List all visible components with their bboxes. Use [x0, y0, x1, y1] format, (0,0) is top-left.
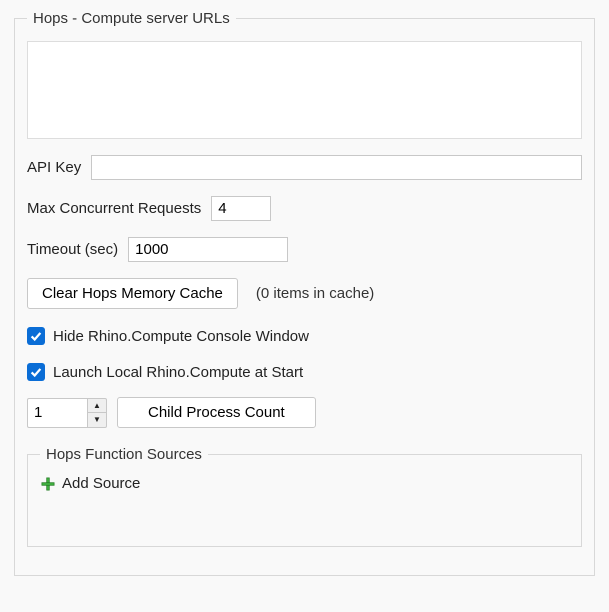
max-concurrent-label: Max Concurrent Requests: [27, 200, 201, 217]
max-concurrent-row: Max Concurrent Requests: [27, 196, 582, 221]
check-icon: [29, 365, 43, 379]
hide-console-checkbox[interactable]: [27, 327, 45, 345]
stepper-up-button[interactable]: ▲: [88, 399, 106, 413]
api-key-input[interactable]: [91, 155, 582, 180]
compute-server-urls-group: Hops - Compute server URLs API Key Max C…: [14, 10, 595, 576]
stepper-buttons: ▲ ▼: [87, 398, 107, 428]
clear-cache-row: Clear Hops Memory Cache (0 items in cach…: [27, 278, 582, 309]
add-source-label: Add Source: [62, 475, 140, 492]
launch-local-label: Launch Local Rhino.Compute at Start: [53, 364, 303, 381]
function-sources-title: Hops Function Sources: [40, 446, 208, 463]
launch-local-checkbox[interactable]: [27, 363, 45, 381]
server-urls-textarea[interactable]: [27, 41, 582, 139]
group-title: Hops - Compute server URLs: [27, 10, 236, 27]
child-process-stepper[interactable]: ▲ ▼: [27, 398, 107, 428]
clear-cache-button[interactable]: Clear Hops Memory Cache: [27, 278, 238, 309]
child-process-count-input[interactable]: [27, 398, 87, 428]
timeout-row: Timeout (sec): [27, 237, 582, 262]
hide-console-row[interactable]: Hide Rhino.Compute Console Window: [27, 327, 582, 345]
hops-settings-panel: Hops - Compute server URLs API Key Max C…: [0, 0, 609, 604]
max-concurrent-input[interactable]: [211, 196, 271, 221]
timeout-label: Timeout (sec): [27, 241, 118, 258]
child-process-count-button[interactable]: Child Process Count: [117, 397, 316, 428]
launch-local-row[interactable]: Launch Local Rhino.Compute at Start: [27, 363, 582, 381]
add-source-button[interactable]: Add Source: [40, 473, 569, 532]
cache-info-label: (0 items in cache): [256, 285, 374, 302]
stepper-down-button[interactable]: ▼: [88, 413, 106, 427]
hide-console-label: Hide Rhino.Compute Console Window: [53, 328, 309, 345]
plus-icon: [40, 476, 56, 492]
api-key-row: API Key: [27, 155, 582, 180]
timeout-input[interactable]: [128, 237, 288, 262]
function-sources-group: Hops Function Sources Add Source: [27, 446, 582, 547]
check-icon: [29, 329, 43, 343]
child-process-row: ▲ ▼ Child Process Count: [27, 397, 582, 428]
api-key-label: API Key: [27, 159, 81, 176]
